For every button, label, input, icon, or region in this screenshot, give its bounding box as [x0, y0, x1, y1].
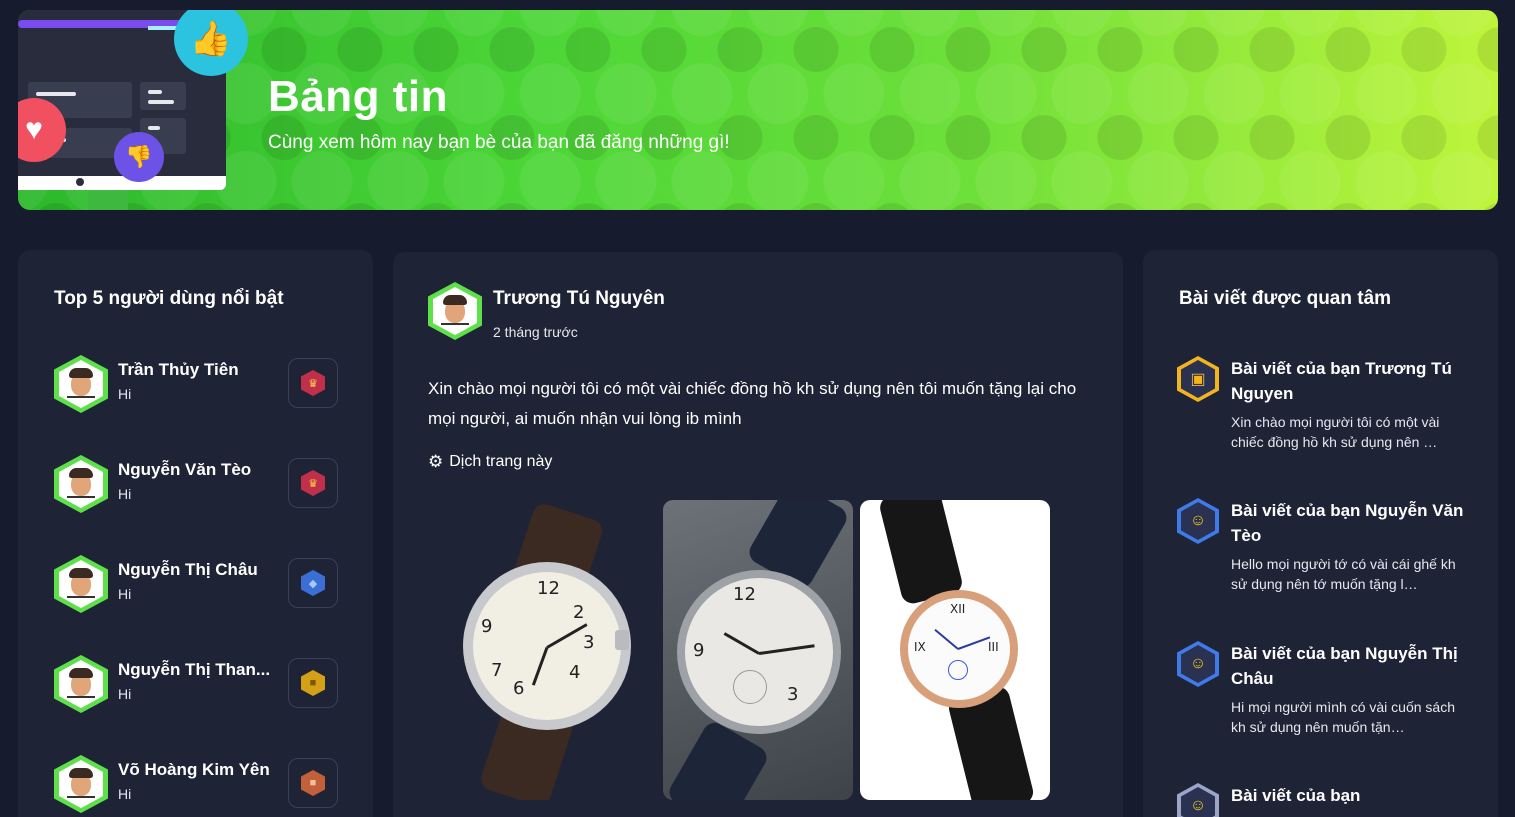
- recommended-post-title[interactable]: Bài viết của bạn Trương Tú Nguyen: [1231, 356, 1471, 406]
- post-image-watch-2[interactable]: 12 9 3: [663, 500, 853, 800]
- recommended-post-title[interactable]: Bài viết của bạn Nguyễn Thị Châu: [1231, 641, 1471, 691]
- smiley-icon: ☺: [1177, 783, 1219, 817]
- post-author-name[interactable]: Trương Tú Nguyên: [493, 288, 665, 310]
- bronze-icon: ■: [301, 770, 325, 796]
- recommended-post-item[interactable]: ▣ Bài viết của bạn Trương Tú Nguyen Xin …: [1177, 356, 1477, 476]
- rank-badge-button[interactable]: ◆: [288, 558, 338, 608]
- rank-badge-button[interactable]: ■: [288, 758, 338, 808]
- news-feed-banner: 👍 ♥ 👎 Bảng tin Cùng xem hôm nay bạn bè c…: [18, 10, 1498, 210]
- gear-icon: ⚙: [428, 452, 444, 471]
- top-user-item[interactable]: Võ Hoàng Kim Yên Hi ■: [54, 755, 354, 815]
- recommended-post-excerpt: Hi mọi người mình có vài cuốn sách kh sử…: [1231, 699, 1455, 735]
- rank-badge-button[interactable]: ♛: [288, 458, 338, 508]
- user-name[interactable]: Nguyễn Thị Châu: [118, 560, 284, 580]
- recommended-post-item[interactable]: ☺ Bài viết của bạn Nguyễn Thị Châu Hi mọ…: [1177, 641, 1477, 761]
- post-image-watch-3[interactable]: XII IX III: [860, 500, 1050, 800]
- top-user-item[interactable]: Nguyễn Thị Châu Hi ◆: [54, 555, 354, 615]
- page: 👍 ♥ 👎 Bảng tin Cùng xem hôm nay bạn bè c…: [0, 0, 1515, 817]
- top-users-title: Top 5 người dùng nổi bật: [54, 288, 284, 309]
- recommended-posts-panel: Bài viết được quan tâm ▣ Bài viết của bạ…: [1143, 250, 1498, 817]
- user-name[interactable]: Trần Thủy Tiên: [118, 360, 284, 380]
- user-name[interactable]: Võ Hoàng Kim Yên: [118, 760, 284, 780]
- avatar[interactable]: [54, 455, 108, 513]
- user-bio: Hi: [118, 486, 132, 502]
- treasure-chest-icon: ▣: [1177, 356, 1219, 402]
- top-user-item[interactable]: Trần Thủy Tiên Hi ♛: [54, 355, 354, 415]
- top-users-panel: Top 5 người dùng nổi bật Trần Thủy Tiên …: [18, 250, 373, 817]
- translate-link[interactable]: ⚙ Dịch trang này: [428, 452, 552, 472]
- recommended-title: Bài viết được quan tâm: [1179, 288, 1392, 309]
- author-avatar[interactable]: [428, 282, 482, 340]
- gold-icon: ■: [301, 670, 325, 696]
- recommended-post-title[interactable]: Bài viết của bạn Nguyễn Văn Tèo: [1231, 498, 1471, 548]
- recommended-post-title[interactable]: Bài viết của bạn: [1231, 783, 1471, 808]
- user-bio: Hi: [118, 386, 132, 402]
- user-name[interactable]: Nguyễn Thị Than...: [118, 660, 284, 680]
- recommended-post-item[interactable]: ☺ Bài viết của bạn: [1177, 783, 1477, 817]
- user-bio: Hi: [118, 686, 132, 702]
- page-title: Bảng tin: [268, 72, 448, 121]
- ruby-crown-icon: ♛: [301, 470, 325, 496]
- thumbs-down-icon: 👎: [114, 132, 164, 182]
- sapphire-icon: ◆: [301, 570, 325, 596]
- recommended-post-item[interactable]: ☺ Bài viết của bạn Nguyễn Văn Tèo Hello …: [1177, 498, 1477, 618]
- user-name[interactable]: Nguyễn Văn Tèo: [118, 460, 284, 480]
- thumbs-up-icon: 👍: [174, 10, 248, 76]
- smiley-icon: ☺: [1177, 641, 1219, 687]
- user-bio: Hi: [118, 786, 132, 802]
- avatar[interactable]: [54, 755, 108, 813]
- post-card: Trương Tú Nguyên 2 tháng trước Xin chào …: [393, 252, 1123, 817]
- avatar[interactable]: [54, 555, 108, 613]
- social-illustration: 👍 ♥ 👎: [18, 10, 248, 210]
- post-timestamp: 2 tháng trước: [493, 324, 578, 340]
- recommended-post-excerpt: Hello mọi người tớ có vài cái ghế kh sử …: [1231, 556, 1456, 592]
- ruby-crown-icon: ♛: [301, 370, 325, 396]
- top-user-item[interactable]: Nguyễn Văn Tèo Hi ♛: [54, 455, 354, 515]
- user-bio: Hi: [118, 586, 132, 602]
- avatar[interactable]: [54, 655, 108, 713]
- top-user-item[interactable]: Nguyễn Thị Than... Hi ■: [54, 655, 354, 715]
- recommended-post-excerpt: Xin chào mọi người tôi có một vài chiếc …: [1231, 414, 1440, 450]
- rank-badge-button[interactable]: ♛: [288, 358, 338, 408]
- rank-badge-button[interactable]: ■: [288, 658, 338, 708]
- post-content: Xin chào mọi người tôi có một vài chiếc …: [428, 379, 1077, 428]
- avatar[interactable]: [54, 355, 108, 413]
- translate-label: Dịch trang này: [449, 453, 553, 470]
- page-subtitle: Cùng xem hôm nay bạn bè của bạn đã đăng …: [268, 132, 730, 153]
- smiley-icon: ☺: [1177, 498, 1219, 544]
- post-image-watch-1[interactable]: 12 2 3 4 6 7 9: [451, 500, 651, 800]
